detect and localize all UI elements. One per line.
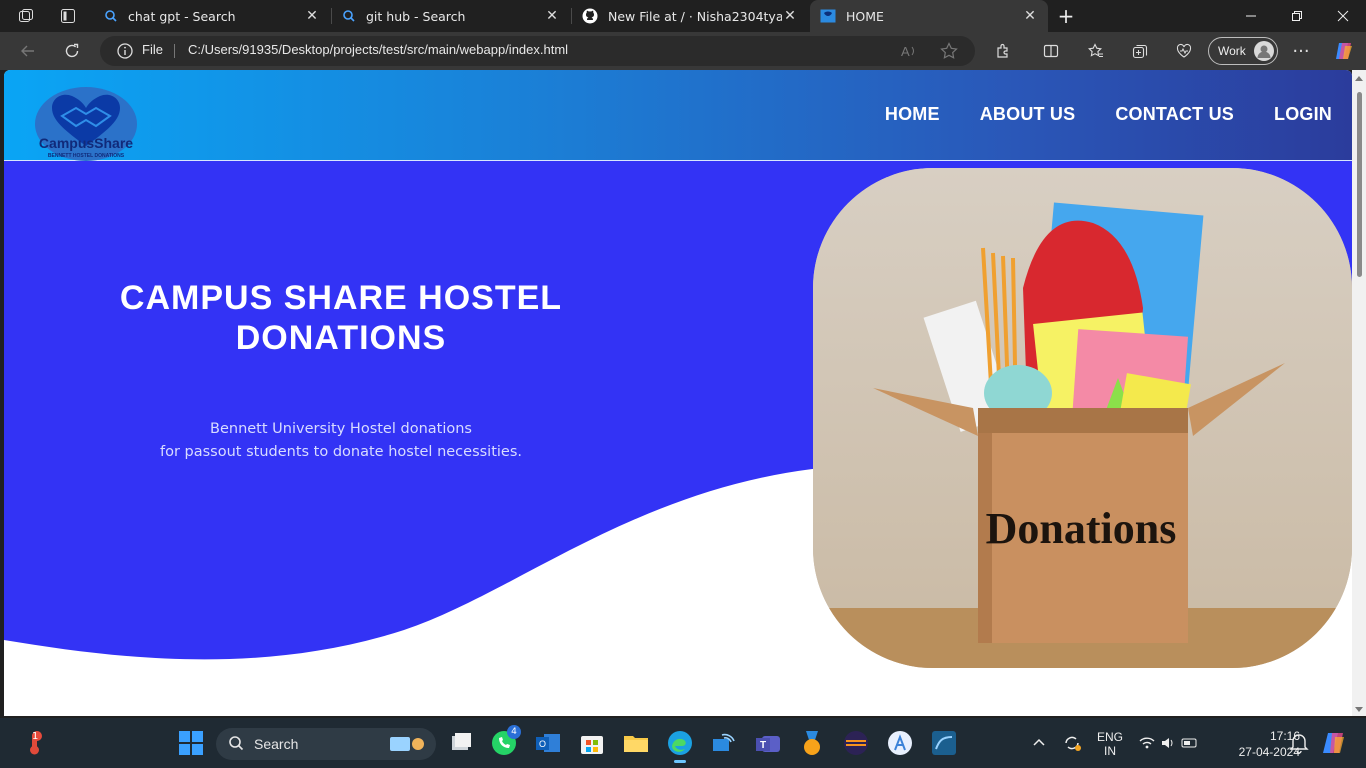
box-label: Donations [986, 504, 1177, 553]
svg-text:A: A [901, 44, 910, 59]
logo-tagline: BENNETT HOSTEL DONATIONS [48, 153, 125, 159]
donation-box-image: Donations [813, 168, 1352, 668]
address-divider [174, 44, 175, 58]
refresh-icon[interactable] [58, 37, 86, 65]
search-highlight-icon [386, 733, 428, 758]
nav-home[interactable]: HOME [885, 104, 940, 125]
close-tab-icon[interactable]: ✕ [782, 8, 798, 24]
tab-chat-gpt-search[interactable]: chat gpt - Search ✕ [94, 0, 330, 32]
tab-title: HOME [846, 8, 884, 24]
network-volume-battery[interactable] [1136, 729, 1202, 757]
address-bar[interactable]: File C:/Users/91935/Desktop/projects/tes… [100, 36, 975, 66]
whatsapp-badge: 4 [507, 725, 521, 739]
browser-essentials-icon[interactable] [1170, 37, 1198, 65]
close-tab-icon[interactable]: ✕ [1022, 8, 1038, 24]
whatsapp-icon[interactable]: 4 [490, 725, 521, 757]
hero-subtitle-line2: for passout students to donate hostel ne… [159, 444, 523, 460]
back-icon[interactable] [14, 37, 42, 65]
read-aloud-icon[interactable]: A [900, 42, 918, 64]
tab-title: git hub - Search [366, 8, 466, 24]
split-screen-icon[interactable] [1037, 37, 1065, 65]
svg-text:T: T [760, 740, 766, 751]
language-line2: IN [1104, 744, 1116, 758]
search-icon [104, 9, 118, 23]
favorite-star-icon[interactable] [940, 42, 958, 64]
tab-strip: chat gpt - Search ✕ git hub - Search ✕ N… [0, 0, 1366, 32]
tab-actions-icon[interactable] [48, 0, 88, 32]
extensions-icon[interactable] [989, 37, 1017, 65]
new-tab-icon[interactable]: + [1048, 0, 1084, 32]
tab-title: New File at / · Nisha2304tyagi/int [608, 8, 782, 24]
restore-icon[interactable] [1274, 0, 1320, 32]
more-options-icon[interactable]: ··· [1287, 37, 1315, 65]
outlook-icon[interactable]: O [534, 729, 562, 757]
search-icon [342, 9, 356, 23]
hero-subtitle-line1: Bennett University Hostel donations [210, 421, 472, 437]
nav-contact-us[interactable]: CONTACT US [1115, 104, 1234, 125]
show-hidden-icons[interactable] [1028, 729, 1050, 757]
scroll-thumb[interactable] [1357, 92, 1362, 277]
close-window-icon[interactable] [1320, 0, 1366, 32]
weather-badge: 1 [32, 731, 39, 742]
hero-title-line2: DONATIONS [235, 319, 447, 357]
minimize-icon[interactable] [1228, 0, 1274, 32]
mysql-workbench-icon[interactable] [930, 729, 958, 757]
site-header: CampusShare BENNETT HOSTEL DONATIONS HOM… [4, 70, 1352, 161]
profile-button[interactable]: Work [1208, 37, 1278, 65]
copilot-taskbar-icon[interactable] [1320, 729, 1348, 757]
language-indicator[interactable]: ENG IN [1090, 730, 1130, 758]
search-icon [228, 735, 244, 754]
start-icon[interactable] [177, 729, 205, 757]
github-icon [582, 8, 598, 24]
info-icon[interactable] [116, 42, 134, 60]
hero-title: CAMPUS SHARE HOSTEL DONATIONS [66, 278, 616, 358]
page-viewport: CampusShare BENNETT HOSTEL DONATIONS HOM… [4, 70, 1352, 716]
tab-github-new-file[interactable]: New File at / · Nisha2304tyagi/int ✕ [572, 0, 808, 32]
main-nav: HOME ABOUT US CONTACT US LOGIN [885, 104, 1332, 125]
notification-bell-icon[interactable] [1288, 729, 1316, 757]
taskbar-search[interactable]: Search [216, 728, 436, 760]
search-label: Search [254, 736, 299, 752]
language-line1: ENG [1096, 730, 1123, 744]
task-view-icon[interactable] [447, 729, 475, 757]
eclipse-icon[interactable] [842, 729, 870, 757]
edge-icon[interactable] [666, 729, 694, 763]
avatar [1254, 41, 1274, 61]
sync-icon[interactable] [1058, 729, 1086, 757]
windows-taskbar: 1 Search 4 O T ENG IN 17:16 27-04-2024 [0, 718, 1366, 768]
campusshare-logo[interactable]: CampusShare BENNETT HOSTEL DONATIONS [34, 86, 138, 162]
scheme-label: File [142, 42, 163, 57]
weather-widget-icon[interactable]: 1 [20, 729, 48, 757]
scroll-down-icon[interactable] [1355, 707, 1363, 712]
url-text[interactable]: C:/Users/91935/Desktop/projects/test/src… [188, 42, 568, 57]
page-scrollbar[interactable] [1352, 70, 1366, 716]
teams-icon[interactable]: T [754, 729, 782, 757]
microsoft-store-icon[interactable] [578, 729, 606, 757]
active-app-indicator [674, 760, 686, 763]
tab-git-hub-search[interactable]: git hub - Search ✕ [332, 0, 570, 32]
profile-label: Work [1218, 44, 1246, 58]
nav-about-us[interactable]: ABOUT US [980, 104, 1076, 125]
copilot-icon[interactable] [1330, 37, 1358, 65]
svg-text:O: O [539, 739, 546, 749]
scroll-up-icon[interactable] [1355, 76, 1363, 81]
medal-app-icon[interactable] [798, 729, 826, 757]
browser-toolbar: File C:/Users/91935/Desktop/projects/tes… [0, 32, 1366, 70]
collections-icon[interactable] [1126, 37, 1154, 65]
tab-home[interactable]: HOME ✕ [810, 0, 1048, 32]
file-explorer-icon[interactable] [622, 729, 650, 757]
close-tab-icon[interactable]: ✕ [544, 8, 560, 24]
favorites-icon[interactable] [1082, 37, 1110, 65]
workspaces-icon[interactable] [6, 0, 46, 32]
logo-text: CampusShare [39, 135, 133, 151]
hero-subtitle: Bennett University Hostel donations for … [66, 418, 616, 464]
hero-title-line1: CAMPUS SHARE HOSTEL [119, 279, 563, 317]
remote-desktop-icon[interactable] [710, 729, 738, 757]
nav-login[interactable]: LOGIN [1274, 104, 1332, 125]
tab-title: chat gpt - Search [128, 8, 236, 24]
close-tab-icon[interactable]: ✕ [304, 8, 320, 24]
android-studio-icon[interactable] [886, 729, 914, 757]
page-icon [820, 8, 836, 24]
